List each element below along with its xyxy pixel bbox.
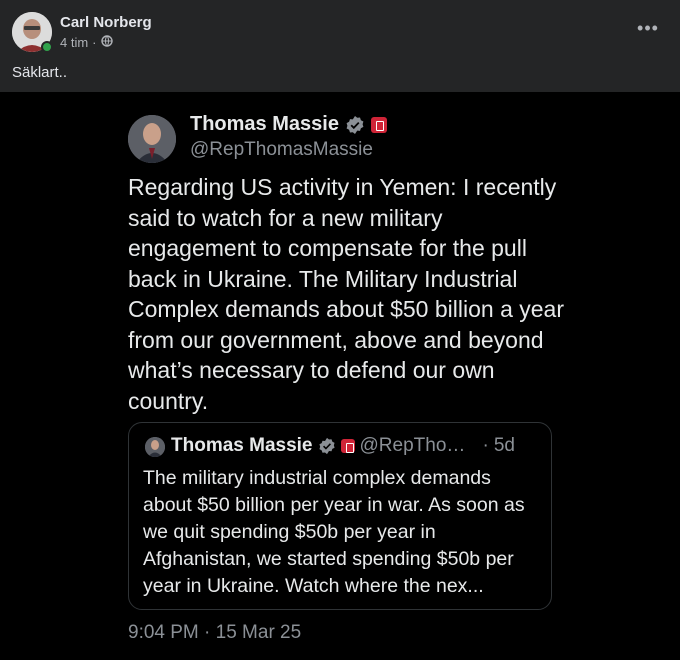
post-time[interactable]: 4 tim [60, 35, 88, 50]
author-name[interactable]: Carl Norberg [60, 14, 152, 31]
tweet-avatar [128, 115, 176, 163]
post-header: Carl Norberg 4 tim · ••• Säklart.. [0, 0, 680, 92]
quoted-age: 5d [493, 435, 515, 456]
quoted-tweet-avatar [145, 437, 165, 457]
quoted-author-handle: @RepThom... [359, 435, 478, 456]
quoted-government-badge-icon [340, 439, 355, 453]
tweet-author-row: Thomas Massie [190, 113, 387, 136]
quoted-verified-badge-icon [318, 437, 336, 455]
more-options-button[interactable]: ••• [634, 18, 662, 38]
tweet-body: Regarding US activity in Yemen: I recent… [128, 174, 564, 414]
tweet-timestamp: 9:04 PM · 15 Mar 25 [128, 622, 302, 643]
quoted-author-name: Thomas Massie [171, 435, 313, 456]
quoted-separator: · [482, 435, 489, 456]
online-status-dot [41, 41, 53, 53]
meta-separator: · [92, 35, 97, 50]
quoted-tweet-card: Thomas Massie @RepThom... · 5d The milit… [128, 422, 552, 610]
government-badge-icon [370, 116, 387, 133]
quoted-tweet-body: The military industrial complex demands … [143, 467, 525, 597]
tweet-author-handle: @RepThomasMassie [190, 139, 373, 160]
verified-badge-icon [345, 115, 365, 135]
tweet-author-name: Thomas Massie [190, 113, 339, 135]
globe-icon [100, 35, 113, 50]
quoted-tweet-header: Thomas Massie @RepThom... · 5d [171, 435, 543, 457]
post-meta: 4 tim · [60, 35, 113, 50]
author-avatar[interactable] [12, 12, 53, 53]
post-text: Säklart.. [12, 64, 68, 81]
